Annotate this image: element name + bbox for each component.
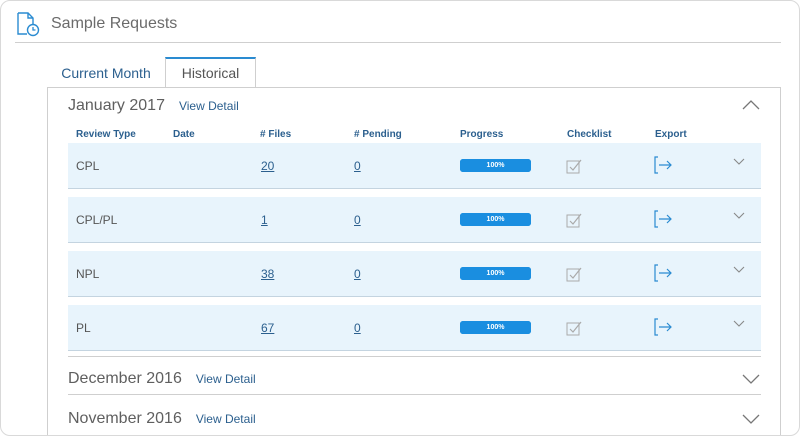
chevron-down-icon[interactable]	[742, 374, 760, 384]
progress-bar: 100%	[460, 267, 531, 280]
chevron-down-icon[interactable]	[733, 266, 745, 273]
files-link[interactable]: 67	[261, 321, 274, 335]
month-title: December 2016	[68, 370, 182, 387]
progress-bar: 100%	[460, 159, 531, 172]
chevron-down-icon[interactable]	[742, 414, 760, 424]
column-header-files: # Files	[260, 129, 292, 140]
chevron-up-icon[interactable]	[742, 100, 760, 110]
progress-label: 100%	[486, 162, 505, 169]
view-detail-link[interactable]: View Detail	[196, 372, 256, 386]
view-detail-link[interactable]: View Detail	[196, 412, 256, 426]
month-header-january-2017: January 2017 View Detail	[68, 97, 239, 115]
tab-current-month[interactable]: Current Month	[47, 57, 165, 88]
progress-label: 100%	[486, 270, 505, 277]
checklist-checkbox-icon[interactable]	[566, 158, 582, 174]
column-header-checklist: Checklist	[567, 129, 612, 140]
historical-content: January 2017 View Detail Review Type Dat…	[47, 87, 781, 435]
panel-header: Sample Requests	[15, 11, 177, 37]
table-row: CPL/PL 1 0 100%	[68, 197, 761, 243]
checklist-checkbox-icon[interactable]	[566, 212, 582, 228]
files-link[interactable]: 1	[261, 213, 268, 227]
table-row: PL 67 0 100%	[68, 305, 761, 351]
chevron-down-icon[interactable]	[733, 158, 745, 165]
header-divider	[15, 42, 781, 43]
month-header-november-2016: November 2016 View Detail	[68, 410, 256, 428]
pending-link[interactable]: 0	[354, 159, 361, 173]
chevron-down-icon[interactable]	[733, 212, 745, 219]
pending-link[interactable]: 0	[354, 213, 361, 227]
tab-bar: Current Month Historical	[47, 57, 256, 88]
review-type-cell: CPL	[76, 159, 100, 173]
progress-label: 100%	[486, 216, 505, 223]
progress-bar: 100%	[460, 213, 531, 226]
export-icon[interactable]	[653, 156, 673, 174]
files-link[interactable]: 20	[261, 159, 274, 173]
column-header-export: Export	[655, 129, 687, 140]
review-type-cell: PL	[76, 321, 91, 335]
files-link[interactable]: 38	[261, 267, 274, 281]
progress-label: 100%	[486, 324, 505, 331]
checklist-checkbox-icon[interactable]	[566, 266, 582, 282]
column-header-progress: Progress	[460, 129, 504, 140]
month-header-december-2016: December 2016 View Detail	[68, 370, 256, 388]
month-divider	[68, 394, 761, 395]
review-type-cell: CPL/PL	[76, 213, 118, 227]
pending-link[interactable]: 0	[354, 321, 361, 335]
table-row: NPL 38 0 100%	[68, 251, 761, 297]
table-row: CPL 20 0 100%	[68, 143, 761, 189]
progress-bar: 100%	[460, 321, 531, 334]
pending-link[interactable]: 0	[354, 267, 361, 281]
chevron-down-icon[interactable]	[733, 320, 745, 327]
export-icon[interactable]	[653, 264, 673, 282]
month-title: November 2016	[68, 410, 182, 427]
month-divider	[68, 356, 761, 357]
column-header-review-type: Review Type	[76, 129, 136, 140]
export-icon[interactable]	[653, 210, 673, 228]
month-title: January 2017	[68, 97, 165, 114]
column-header-pending: # Pending	[354, 129, 402, 140]
document-clock-icon	[17, 12, 40, 37]
column-header-date: Date	[173, 129, 195, 140]
export-icon[interactable]	[653, 318, 673, 336]
tab-historical[interactable]: Historical	[165, 57, 256, 88]
sample-requests-panel: Sample Requests Current Month Historical…	[0, 0, 800, 436]
checklist-checkbox-icon[interactable]	[566, 320, 582, 336]
panel-title: Sample Requests	[51, 15, 178, 32]
review-type-cell: NPL	[76, 267, 100, 281]
view-detail-link[interactable]: View Detail	[179, 99, 239, 113]
